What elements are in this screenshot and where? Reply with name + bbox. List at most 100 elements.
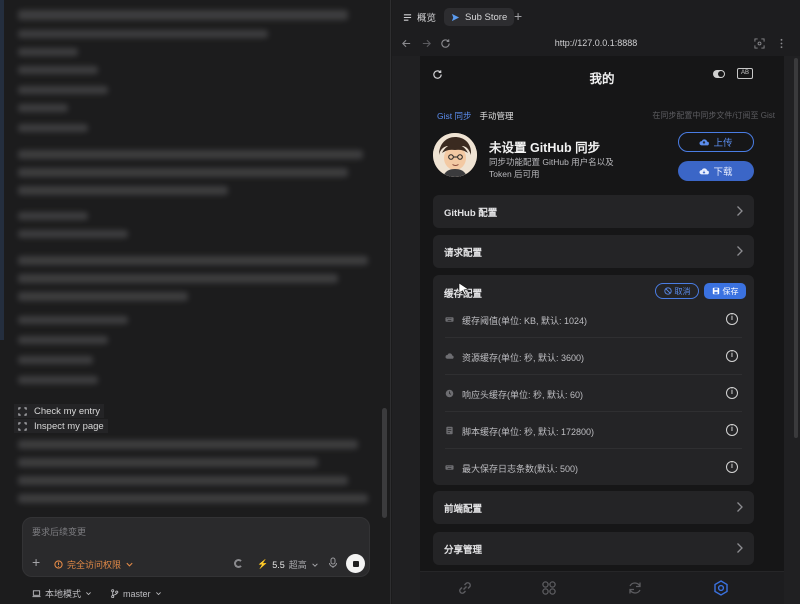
cancel-button[interactable]: 取消: [655, 283, 699, 299]
screenshot-icon[interactable]: [754, 38, 765, 49]
sync-tabs: Gist 同步 手动管理: [437, 110, 514, 122]
chevron-down-icon: [86, 592, 91, 596]
cache-item-label: 脚本缓存(单位: 秒, 默认: 172800): [462, 427, 595, 437]
hint-inspect-page[interactable]: Inspect my page: [14, 419, 108, 433]
settings-icon[interactable]: [712, 579, 730, 597]
github-sync-desc-line: Token 后可用: [489, 169, 540, 179]
chevron-right-icon: [737, 543, 743, 553]
row-label: GitHub 配置: [444, 208, 498, 219]
apps-icon[interactable]: [540, 579, 558, 597]
script-icon: [446, 426, 453, 435]
share-manage-row[interactable]: 分享管理: [433, 532, 754, 565]
permission-label: 完全访问权限: [67, 560, 122, 570]
chevron-down-icon: [126, 562, 133, 567]
keyboard-icon[interactable]: AB: [737, 68, 753, 79]
warning-icon: [54, 560, 63, 569]
branch-label: master: [123, 588, 151, 599]
permission-dropdown[interactable]: 完全访问权限: [54, 558, 134, 571]
add-icon[interactable]: +: [32, 555, 44, 569]
model-version: 5.5: [272, 559, 285, 570]
paper-plane-icon: [451, 13, 460, 21]
cache-item-label: 响应头缓存(单位: 秒, 默认: 60): [462, 390, 584, 400]
tab-overview[interactable]: 概览: [396, 8, 443, 26]
cache-threshold-field[interactable]: 缓存阈值(单位: KB, 默认: 1024) i: [433, 301, 754, 338]
tab-bar: 概览 Sub Store +: [392, 0, 800, 32]
info-icon[interactable]: i: [726, 350, 738, 362]
keyboard-icon: [445, 465, 454, 470]
git-branch-icon: [111, 589, 119, 598]
resource-cache-field[interactable]: 资源缓存(单位: 秒, 默认: 3600) i: [433, 338, 754, 375]
save-label: 保存: [722, 286, 739, 296]
chevron-right-icon: [737, 206, 743, 216]
target-icon: [18, 421, 27, 431]
max-log-field[interactable]: 最大保存日志条数(默认: 500) i: [433, 449, 754, 486]
script-cache-field[interactable]: 脚本缓存(单位: 秒, 默认: 172800) i: [433, 412, 754, 449]
row-label: 分享管理: [444, 545, 483, 556]
floppy-icon: [712, 287, 719, 295]
info-icon[interactable]: i: [726, 387, 738, 399]
more-icon[interactable]: [776, 38, 787, 49]
upload-button[interactable]: 上传: [678, 132, 754, 152]
link-icon[interactable]: [456, 579, 474, 597]
tab-label: Sub Store: [465, 11, 508, 23]
message-composer[interactable]: 要求后续变更 + 完全访问权限 ⚡ 5.5 超高: [22, 517, 370, 577]
page-header: 我的 AB: [420, 56, 784, 94]
save-button[interactable]: 保存: [704, 283, 746, 299]
github-sync-desc: 同步功能配置 GitHub 用户名以及 Token 后可用: [489, 156, 619, 180]
github-sync-title: 未设置 GitHub 同步: [489, 141, 601, 155]
upload-label: 上传: [713, 138, 733, 149]
new-tab-button[interactable]: +: [514, 8, 522, 24]
chat-pane: Check my entry Inspect my page 要求后续变更 + …: [0, 0, 391, 604]
microphone-icon[interactable]: [328, 557, 338, 569]
model-quality: 超高: [288, 560, 307, 570]
address-bar: http://127.0.0.1:8888: [392, 32, 800, 56]
mode-selector[interactable]: 本地模式: [32, 587, 92, 600]
chevron-right-icon: [737, 246, 743, 256]
avatar: [433, 133, 477, 177]
info-icon[interactable]: i: [726, 461, 738, 473]
sync-icon[interactable]: [626, 579, 644, 597]
page-scrollbar[interactable]: [794, 58, 798, 438]
hint-check-entry[interactable]: Check my entry: [14, 404, 104, 418]
chevron-right-icon: [737, 502, 743, 512]
cursor-icon: [458, 282, 469, 296]
theme-toggle-icon[interactable]: [713, 70, 725, 78]
download-button[interactable]: 下载: [678, 161, 754, 181]
info-icon[interactable]: i: [726, 313, 738, 325]
laptop-icon: [32, 590, 41, 598]
github-config-row[interactable]: GitHub 配置: [433, 195, 754, 228]
target-icon: [18, 406, 27, 416]
info-icon[interactable]: i: [726, 424, 738, 436]
github-sync-desc-line: 同步功能配置 GitHub 用户名以及: [489, 157, 614, 167]
branch-selector[interactable]: master: [110, 587, 162, 600]
frontend-config-row[interactable]: 前端配置: [433, 491, 754, 524]
request-config-row[interactable]: 请求配置: [433, 235, 754, 268]
cache-item-label: 缓存阈值(单位: KB, 默认: 1024): [462, 316, 588, 326]
tab-sub-store[interactable]: Sub Store: [444, 8, 515, 26]
sync-hint: 在同步配置中同步文件/订阅至 Gist: [652, 111, 775, 120]
cancel-label: 取消: [674, 286, 691, 296]
chevron-down-icon: [312, 562, 318, 567]
bolt-icon: ⚡: [257, 559, 269, 569]
cloud-icon: [445, 353, 454, 359]
cache-item-label: 资源缓存(单位: 秒, 默认: 3600): [462, 353, 585, 363]
tab-label: 概览: [417, 13, 437, 24]
tab-manual-manage[interactable]: 手动管理: [479, 110, 513, 122]
keyboard-icon: [445, 317, 454, 322]
cloud-upload-icon: [699, 138, 710, 145]
hint-label: Check my entry: [34, 405, 100, 417]
composer-placeholder: 要求后续变更: [32, 527, 87, 537]
download-label: 下载: [713, 167, 733, 178]
header-cache-field[interactable]: 响应头缓存(单位: 秒, 默认: 60) i: [433, 375, 754, 412]
row-label: 请求配置: [444, 248, 483, 259]
tab-gist-sync[interactable]: Gist 同步: [437, 110, 471, 122]
left-scrollbar[interactable]: [382, 408, 387, 518]
url-field[interactable]: http://127.0.0.1:8888: [392, 38, 800, 48]
hint-label: Inspect my page: [34, 420, 104, 432]
mode-label: 本地模式: [45, 589, 82, 599]
row-label: 前端配置: [444, 504, 483, 515]
sub-store-page: 我的 AB Gist 同步 手动管理 在同步配置中同步文件/订阅至 Gist 未…: [420, 56, 784, 604]
stop-button[interactable]: [346, 554, 365, 573]
model-selector[interactable]: ⚡ 5.5 超高: [257, 558, 319, 571]
blurred-edge: [0, 0, 4, 340]
